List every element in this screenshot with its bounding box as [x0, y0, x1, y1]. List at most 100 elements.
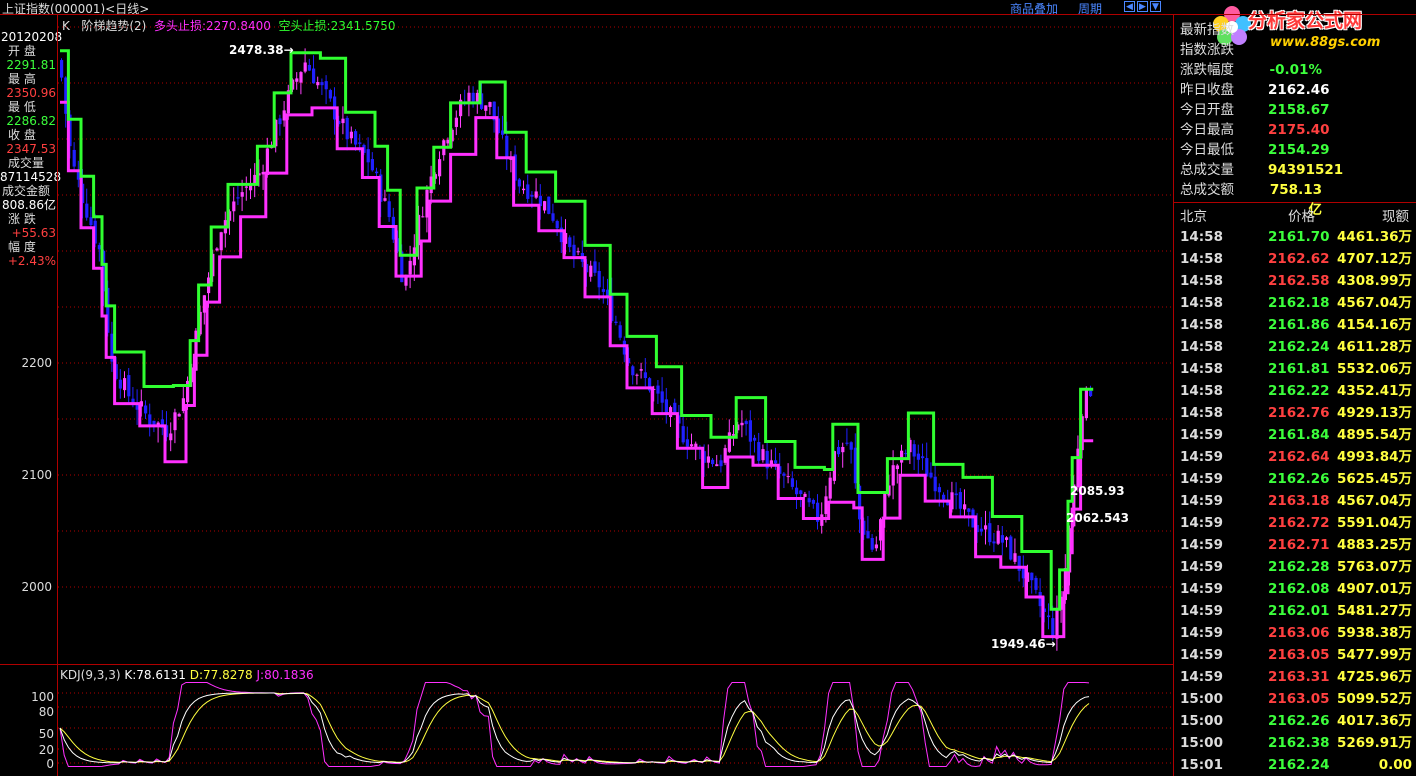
candle	[601, 289, 605, 292]
table-row[interactable]: 15:01 2162.24 0.00	[1178, 754, 1416, 776]
info-label: 最新指数	[1180, 22, 1234, 38]
table-row[interactable]: 14:59 2163.18 4567.04万	[1178, 490, 1416, 512]
trades-header-time: 北京	[1180, 209, 1207, 225]
candle	[891, 465, 895, 486]
pct-label: 幅 度	[8, 240, 36, 254]
candle	[354, 131, 358, 145]
table-row[interactable]: 14:58 2162.76 4929.13万	[1178, 402, 1416, 424]
candle	[992, 541, 996, 544]
table-row[interactable]: 15:00 2163.05 5099.52万	[1178, 688, 1416, 710]
table-row[interactable]: 14:58 2162.24 4611.28万	[1178, 336, 1416, 358]
nav-right-button[interactable]: ▶	[1137, 1, 1148, 12]
candle	[89, 217, 93, 226]
info-label: 今日最低	[1180, 142, 1234, 158]
index-info-panel: 最新指数 指数涨跌 涨跌幅度 -0.01% 昨日收盘 2162.46 今日开盘 215…	[1178, 20, 1416, 218]
table-row[interactable]: 15:00 2162.38 5269.91万	[1178, 732, 1416, 754]
trade-time: 14:59	[1180, 471, 1223, 487]
nav-down-button[interactable]: ▼	[1150, 1, 1161, 12]
candle	[963, 504, 967, 510]
trade-amount: 5481.27万	[1337, 603, 1412, 619]
candle	[744, 421, 748, 425]
table-row[interactable]: 14:59 2163.06 5938.38万	[1178, 622, 1416, 644]
candle	[320, 82, 324, 86]
table-row[interactable]: 14:59 2163.05 5477.99万	[1178, 644, 1416, 666]
nav-left-button[interactable]: ◀	[1124, 1, 1135, 12]
table-row[interactable]: 14:59 2162.26 5625.45万	[1178, 468, 1416, 490]
candle	[1030, 572, 1034, 581]
candle	[681, 426, 685, 443]
candle	[555, 221, 559, 229]
low-value: 2286.82	[6, 114, 56, 128]
volume-value: 87114528	[0, 170, 62, 184]
table-row[interactable]: 14:58 2161.70 4461.36万	[1178, 226, 1416, 248]
trade-amount: 5591.04万	[1337, 515, 1412, 531]
table-row[interactable]: 14:59 2162.64 4993.84万	[1178, 446, 1416, 468]
trades-list[interactable]: 14:58 2161.70 4461.36万 14:58 2162.62 4707.12万…	[1178, 226, 1416, 776]
table-row[interactable]: 14:58 2162.22 4352.41万	[1178, 380, 1416, 402]
price-chart[interactable]	[58, 15, 1172, 663]
y-tick-2100: 2100	[21, 468, 52, 482]
info-label: 指数涨跌	[1180, 42, 1234, 58]
candle	[786, 476, 790, 478]
turnover-value: 808.86亿	[2, 198, 56, 212]
trade-price: 2163.18	[1268, 493, 1330, 509]
table-row[interactable]: 14:59 2163.31 4725.96万	[1178, 666, 1416, 688]
table-row[interactable]: 14:59 2162.01 5481.27万	[1178, 600, 1416, 622]
candle	[551, 213, 555, 221]
candle	[375, 171, 379, 174]
info-row-open: 今日开盘 2158.67	[1178, 100, 1416, 120]
table-row[interactable]: 14:58 2161.86 4154.16万	[1178, 314, 1416, 336]
candle	[774, 460, 778, 464]
trade-time: 14:58	[1180, 251, 1223, 267]
candle	[219, 232, 223, 251]
trade-price: 2163.06	[1268, 625, 1330, 641]
table-row[interactable]: 14:58 2162.62 4707.12万	[1178, 248, 1416, 270]
candle	[866, 531, 870, 539]
trade-time: 14:59	[1180, 581, 1223, 597]
close-label: 收 盘	[8, 128, 36, 142]
trade-price: 2162.01	[1268, 603, 1330, 619]
long-stop-line	[60, 100, 1094, 639]
table-row[interactable]: 14:59 2161.84 4895.54万	[1178, 424, 1416, 446]
candle	[811, 499, 815, 504]
table-row[interactable]: 14:59 2162.72 5591.04万	[1178, 512, 1416, 534]
table-row[interactable]: 14:59 2162.28 5763.07万	[1178, 556, 1416, 578]
candle	[589, 265, 593, 277]
candle	[685, 439, 689, 447]
candle	[72, 149, 76, 167]
info-label: 总成交量	[1180, 162, 1234, 178]
info-row-high: 今日最高 2175.40	[1178, 120, 1416, 140]
table-row[interactable]: 14:58 2162.58 4308.99万	[1178, 270, 1416, 292]
trade-amount: 5938.38万	[1337, 625, 1412, 641]
candle	[673, 402, 677, 414]
candle	[912, 444, 916, 457]
trade-price: 2163.05	[1268, 691, 1330, 707]
candle	[795, 487, 799, 495]
trade-amount: 4017.36万	[1337, 713, 1412, 729]
candle	[660, 391, 664, 403]
table-row[interactable]: 15:00 2162.26 4017.36万	[1178, 710, 1416, 732]
trade-time: 14:59	[1180, 559, 1223, 575]
candle	[614, 321, 618, 324]
candle	[664, 399, 668, 413]
candle	[173, 412, 177, 431]
candle	[988, 523, 992, 543]
trade-time: 14:58	[1180, 273, 1223, 289]
kdj-chart[interactable]	[58, 665, 1172, 776]
trade-amount: 4907.01万	[1337, 581, 1412, 597]
candle	[349, 131, 353, 139]
kdj-tick-0: 0	[46, 757, 54, 771]
info-row-prev-close: 昨日收盘 2162.46	[1178, 80, 1416, 100]
table-row[interactable]: 14:58 2161.81 5532.06万	[1178, 358, 1416, 380]
candle	[85, 203, 89, 218]
info-row-pct: 涨跌幅度 -0.01%	[1178, 60, 1416, 80]
candle	[1051, 618, 1055, 637]
info-row-latest: 最新指数	[1178, 20, 1416, 40]
table-row[interactable]: 14:58 2162.18 4567.04万	[1178, 292, 1416, 314]
table-row[interactable]: 14:59 2162.71 4883.25万	[1178, 534, 1416, 556]
trade-amount: 0.00	[1378, 757, 1412, 773]
trade-amount: 5099.52万	[1337, 691, 1412, 707]
table-row[interactable]: 14:59 2162.08 4907.01万	[1178, 578, 1416, 600]
trade-price: 2163.05	[1268, 647, 1330, 663]
stop-value-annotation-2: 2062.543	[1066, 511, 1130, 525]
